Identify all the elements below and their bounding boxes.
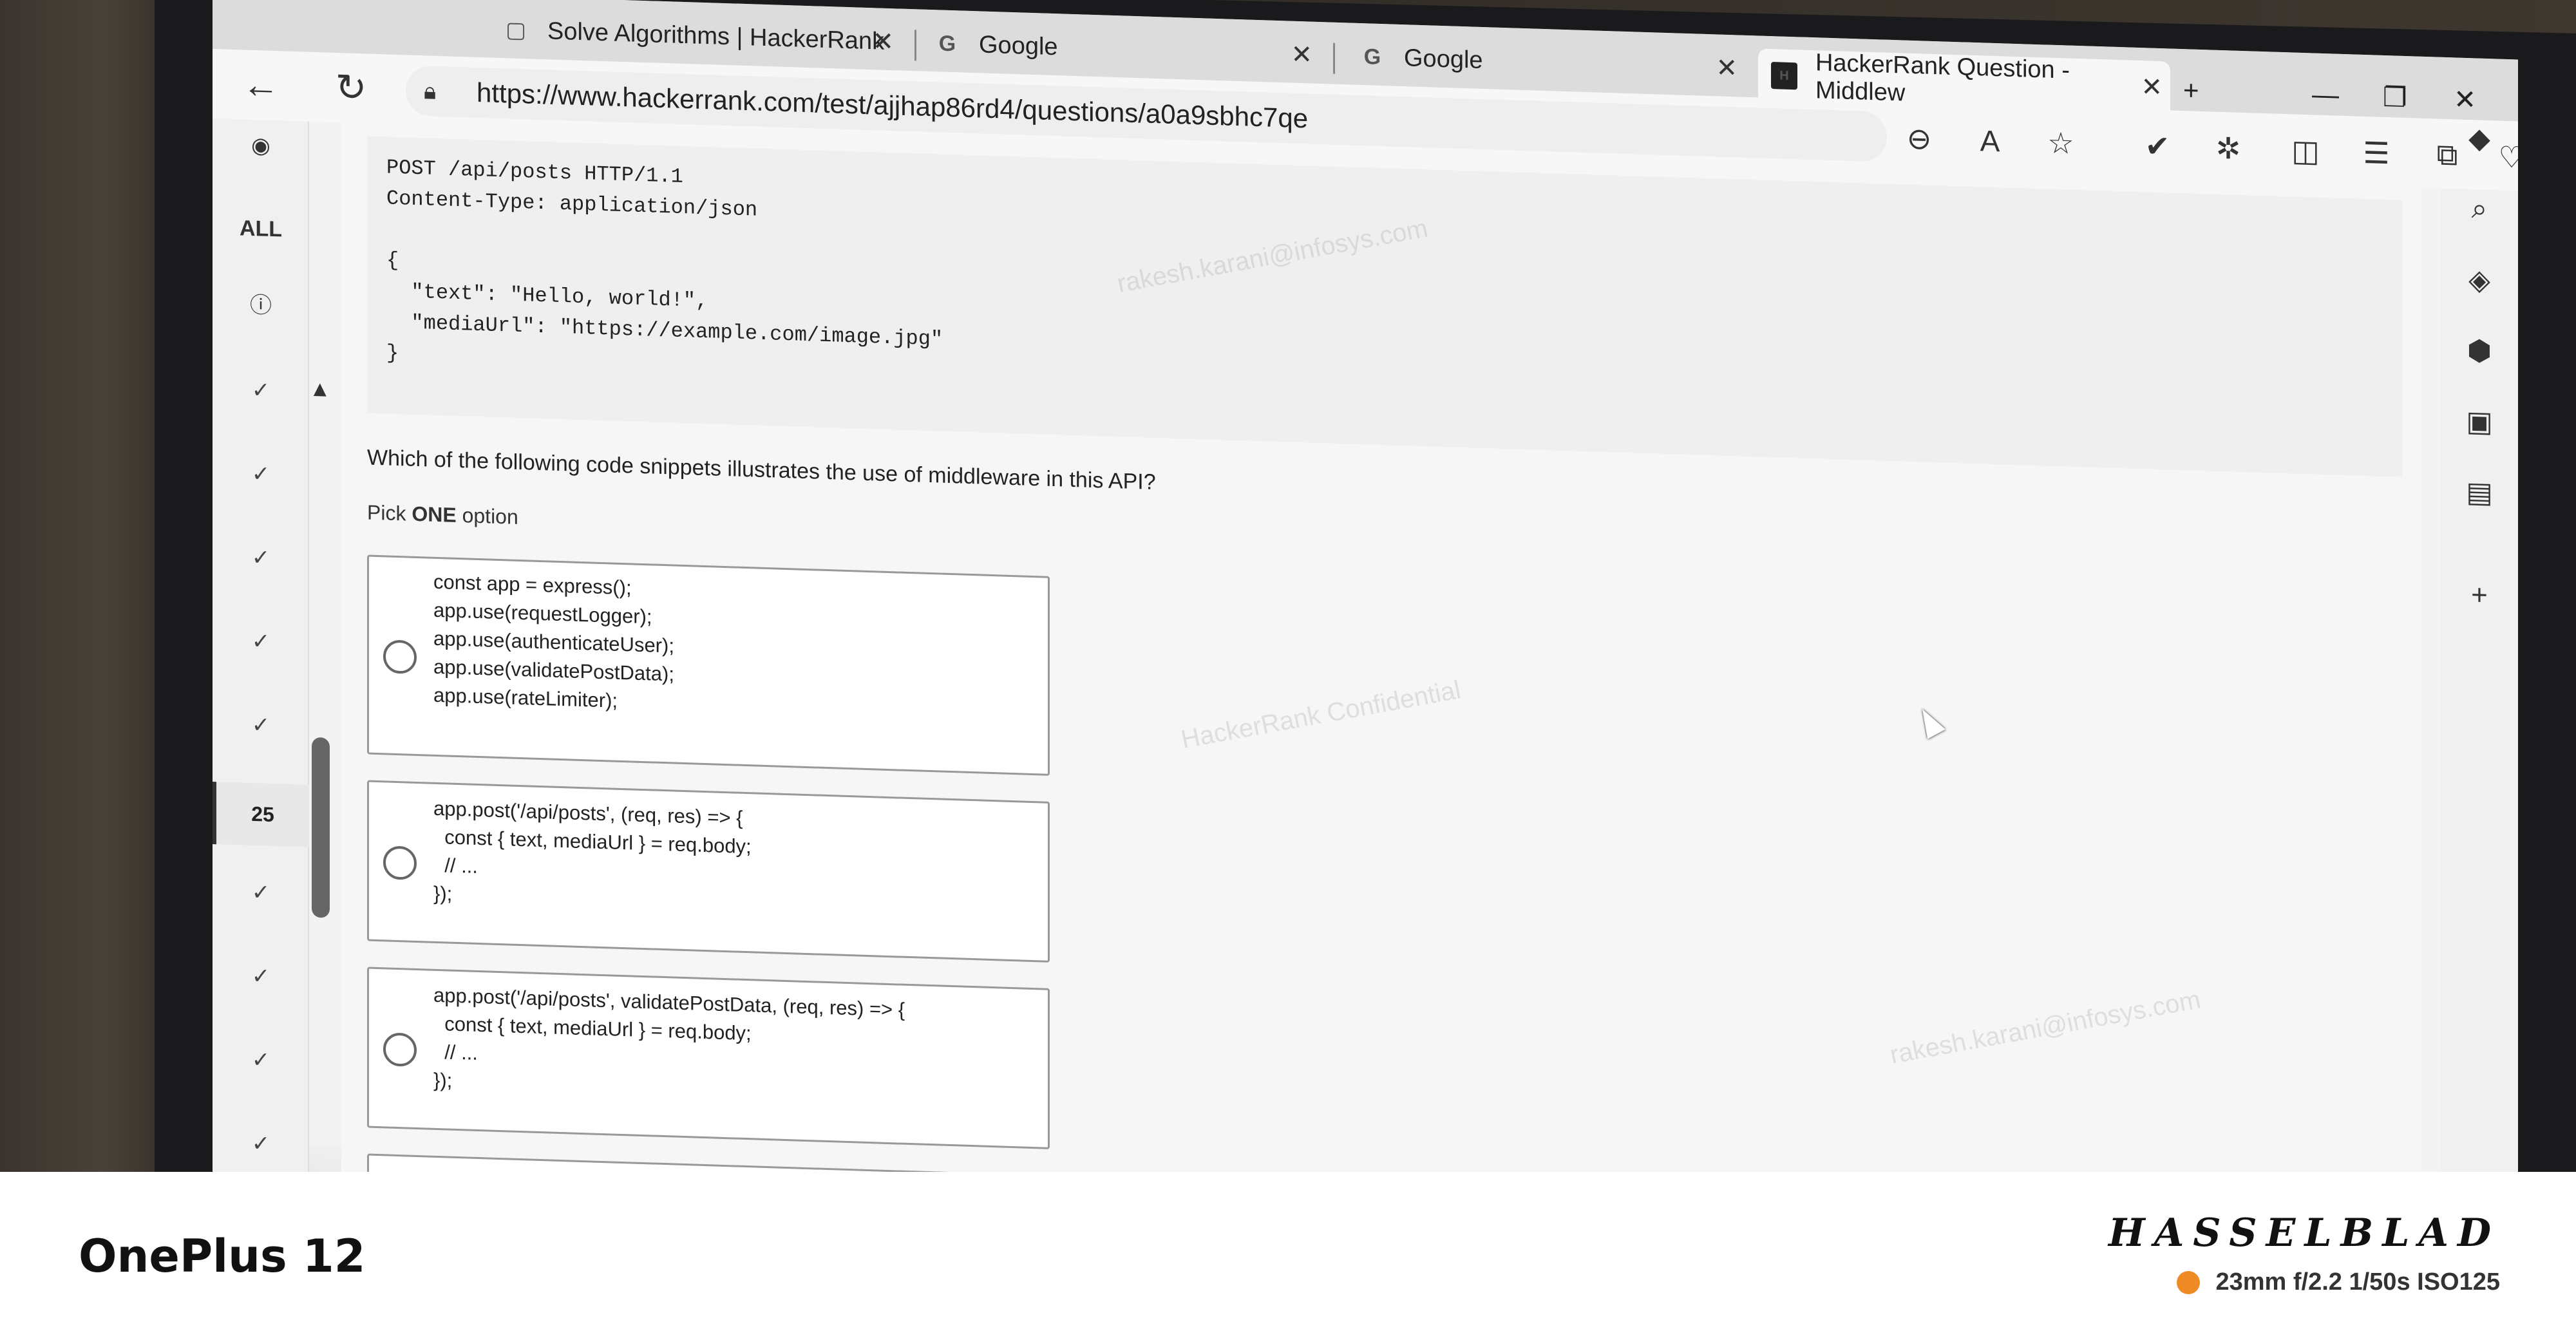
question-answered-check-icon[interactable]: ✓ — [213, 1129, 309, 1158]
camera-brand-logo: HASSELBLAD — [2108, 1211, 2500, 1256]
tab-label: Solve Algorithms | HackerRank — [547, 17, 885, 55]
exif-text: 23mm f/2.2 1/50s ISO125 — [2215, 1268, 2500, 1296]
camera-watermark-bar: OnePlus 12 HASSELBLAD 23mm f/2.2 1/50s I… — [0, 1172, 2576, 1338]
hackerrank-icon: H — [1771, 62, 1797, 90]
compass-icon[interactable]: ◉ — [213, 131, 309, 160]
watermark-text: HackerRank Confidential — [1179, 675, 1464, 754]
tab-google-2[interactable]: G Google ✕ — [1346, 32, 1745, 93]
refresh-icon[interactable]: ↻ — [328, 64, 374, 111]
option-code: app.post('/api/posts', (req, res) => { c… — [433, 796, 752, 905]
tab-solve-algorithms[interactable]: ▢ Solve Algorithms | HackerRank ✕ — [489, 5, 902, 67]
favorite-star-icon[interactable]: ☆ — [2041, 123, 2080, 163]
tab-label: Google — [979, 30, 1058, 61]
answer-option-3[interactable]: app.post('/api/posts', validatePostData,… — [367, 966, 1050, 1149]
question-text: Which of the following code snippets ill… — [367, 445, 1156, 495]
question-answered-check-icon[interactable]: ✓ — [213, 878, 309, 907]
laptop-screen: ▢ Solve Algorithms | HackerRank ✕ G Goog… — [213, 0, 2518, 1172]
read-aloud-icon[interactable]: A — [1971, 121, 2009, 161]
exif-info: 23mm f/2.2 1/50s ISO125 — [2177, 1268, 2500, 1296]
question-answered-check-icon[interactable]: ✓ — [213, 376, 309, 405]
scroll-up-arrow-icon[interactable]: ▲ — [309, 377, 331, 402]
close-icon[interactable]: ✕ — [2141, 72, 2163, 102]
question-answered-check-icon[interactable]: ✓ — [213, 962, 309, 991]
answer-option-2[interactable]: app.post('/api/posts', (req, res) => { c… — [367, 780, 1050, 963]
scrollbar-thumb[interactable] — [312, 737, 330, 918]
info-icon[interactable]: ⓘ — [213, 286, 309, 321]
zoom-out-icon[interactable]: ⊖ — [1900, 118, 1938, 158]
tab-separator — [914, 30, 916, 61]
phone-model-label: OnePlus 12 — [79, 1230, 366, 1283]
outlook-icon[interactable]: ▣ — [2460, 402, 2499, 442]
page-icon: ▢ — [505, 17, 527, 43]
shopping-tag-icon[interactable]: ◈ — [2460, 260, 2499, 300]
add-sidebar-app-icon[interactable]: + — [2460, 576, 2499, 616]
lock-icon[interactable]: 🔒︎ — [424, 77, 450, 106]
new-tab-button[interactable]: + — [2183, 75, 2199, 106]
close-window-icon[interactable]: ✕ — [2454, 83, 2476, 115]
orange-dot-icon — [2177, 1270, 2201, 1294]
option-code: const app = express(); app.use(requestLo… — [433, 570, 674, 712]
extensions-puzzle-icon[interactable]: ✲ — [2209, 128, 2248, 168]
search-icon[interactable]: ⌕ — [2460, 189, 2499, 229]
close-icon[interactable]: ✕ — [1716, 53, 1738, 83]
question-answered-check-icon[interactable]: ✓ — [213, 711, 309, 740]
option-code: app.post('/api/posts', validatePostData,… — [433, 983, 905, 1092]
edge-sidebar: ◆ ⌕ ◈ ⬢ ▣ ▤ + — [2441, 122, 2518, 1172]
question-nav-rail: ◉ ALL ⓘ ✓ ✓ ✓ ✓ ✓ 25 ✓ ✓ ✓ ✓ — [213, 118, 309, 1172]
copilot-icon[interactable]: ◆ — [2460, 118, 2499, 158]
close-icon[interactable]: ✕ — [1291, 40, 1312, 70]
radio-button[interactable] — [383, 639, 417, 674]
extension-check-icon[interactable]: ✔ — [2138, 126, 2177, 166]
google-icon: G — [938, 30, 956, 56]
pick-instruction: Pick ONE option — [367, 500, 518, 529]
tab-google-1[interactable]: G Google ✕ — [921, 19, 1320, 80]
split-screen-icon[interactable]: ◫ — [2286, 131, 2325, 171]
question-content: POST /api/posts HTTP/1.1 Content-Type: a… — [341, 122, 2421, 1172]
radio-button[interactable] — [383, 1032, 417, 1067]
teams-icon[interactable]: ▤ — [2460, 473, 2499, 513]
google-icon: G — [1363, 44, 1381, 70]
restore-icon[interactable]: ❐ — [2383, 81, 2407, 113]
favorites-list-icon[interactable]: ☰ — [2357, 133, 2396, 173]
answer-option-1[interactable]: const app = express(); app.use(requestLo… — [367, 554, 1050, 776]
tab-label: Google — [1404, 44, 1483, 74]
question-answered-check-icon[interactable]: ✓ — [213, 460, 309, 489]
question-answered-check-icon[interactable]: ✓ — [213, 627, 309, 656]
close-icon[interactable]: ✕ — [872, 26, 894, 57]
request-code-block: POST /api/posts HTTP/1.1 Content-Type: a… — [367, 136, 2402, 477]
question-answered-check-icon[interactable]: ✓ — [213, 1046, 309, 1075]
back-arrow-icon[interactable]: ← — [238, 61, 283, 108]
tools-icon[interactable]: ⬢ — [2460, 331, 2499, 371]
current-question-number[interactable]: 25 — [213, 782, 309, 847]
answer-option-4[interactable] — [367, 1153, 1050, 1172]
filter-all[interactable]: ALL — [213, 215, 309, 243]
photo-background: ▢ Solve Algorithms | HackerRank ✕ G Goog… — [0, 0, 2576, 1172]
minimize-icon[interactable]: — — [2312, 79, 2339, 110]
question-answered-check-icon[interactable]: ✓ — [213, 543, 309, 572]
radio-button[interactable] — [383, 845, 417, 880]
watermark-text: rakesh.karani@infosys.com — [1887, 985, 2204, 1069]
tab-separator — [1333, 42, 1335, 74]
url-text[interactable]: https://www.hackerrank.com/test/ajjhap86… — [477, 77, 1308, 135]
